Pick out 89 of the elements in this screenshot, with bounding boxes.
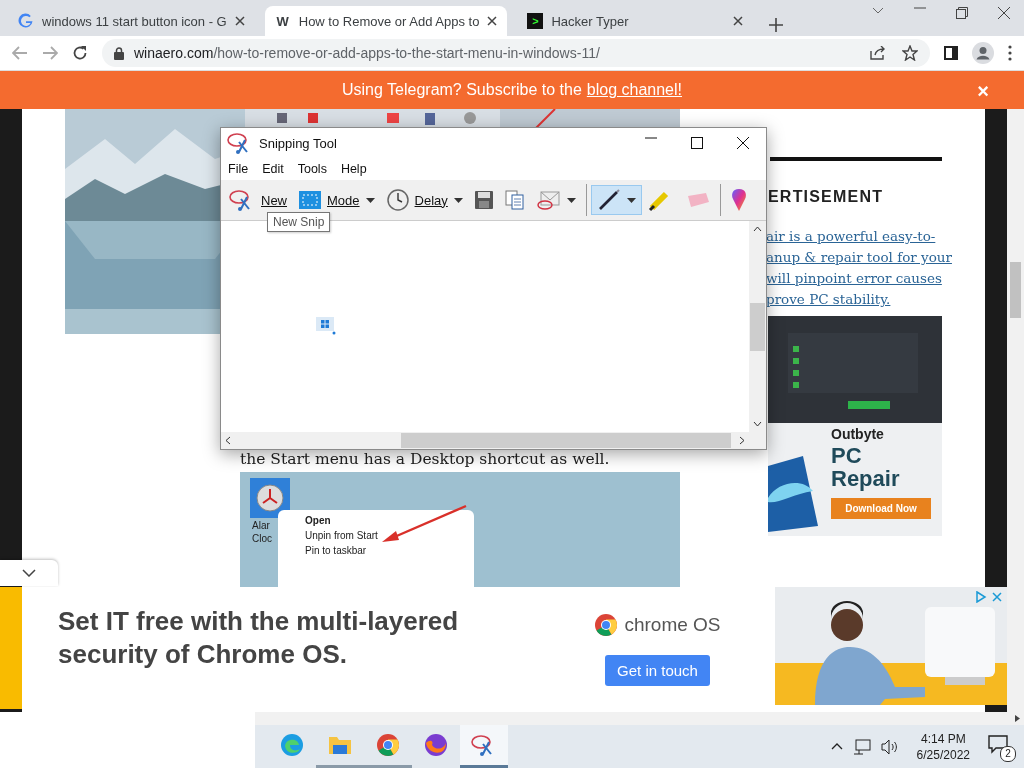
url-text: winaero.com/how-to-remove-or-add-apps-to-the-start-menu-in-windows-11/ [134,45,600,61]
new-tab-icon[interactable] [769,18,784,32]
arrow-icon [380,504,468,544]
maximize-icon[interactable] [691,137,703,149]
star-icon[interactable] [902,45,918,61]
caret-icon [566,197,576,203]
close-icon[interactable] [733,16,744,26]
section-heading: ERTISEMENT [768,188,885,206]
date-text: 6/25/2022 [916,746,970,763]
copy-icon [504,190,525,210]
menu-item[interactable]: Help [340,162,367,176]
browser-tab[interactable]: W How to Remove or Add Apps to [264,6,508,36]
pen-button[interactable] [590,185,642,215]
profile-icon[interactable] [972,42,994,64]
delay-button[interactable]: Delay [380,185,469,215]
side-panel-icon[interactable] [944,46,958,60]
arrow-right-icon[interactable] [739,436,745,445]
window-title: Snipping Tool [259,135,337,151]
contact-button[interactable]: Get in touch [605,655,710,686]
chevron-down-icon [22,569,36,577]
arrow-right-icon[interactable] [1015,715,1020,722]
window-icon [316,317,336,335]
shortcut-label: Alar [252,520,270,531]
ring-logo-icon [376,733,400,757]
caret-icon [453,197,463,203]
scrollbar[interactable] [255,712,1024,725]
reload-icon[interactable] [72,45,88,61]
ad-choices-icon[interactable] [975,591,1003,603]
menu-item[interactable]: Pin to taskbar [305,545,474,556]
restore-icon[interactable] [956,7,968,19]
menu-item[interactable]: Open [305,515,474,526]
save-icon [474,191,493,209]
browser-tab[interactable]: windows 11 start button icon - G [8,6,255,36]
share-icon[interactable] [870,46,886,60]
ring-logo-icon [594,613,619,637]
favicon: W [275,13,290,29]
menu-item[interactable]: Unpin from Start [305,530,474,541]
caret-icon [626,197,636,203]
notification-count: 2 [1000,745,1016,762]
clock-icon [386,189,409,211]
time-text: 4:14 PM [920,730,966,747]
fox-globe-icon [424,733,448,757]
ad-link[interactable]: will pinpoint error causes [766,268,942,289]
taskbar-button[interactable] [460,725,508,768]
shortcut-label: Cloc [252,533,272,544]
clock-app-icon [250,478,290,518]
favicon: > [527,13,544,29]
logo-text: chrome OS [624,614,721,636]
address-bar[interactable]: winaero.com/how-to-remove-or-add-apps-to-the-start-menu-in-windows-11/ [102,39,930,67]
ad-link[interactable]: air is a powerful easy-to- [766,226,936,247]
browser-tab[interactable]: > Hacker Typer [517,6,754,36]
g-logo-icon [18,13,34,29]
scrollbar[interactable] [1007,109,1024,712]
banner-text: Using Telegram? Subscribe to the [342,81,582,99]
volume-icon[interactable] [880,738,899,755]
close-icon[interactable] [234,16,245,26]
caret-icon [365,197,375,203]
close-icon[interactable] [998,7,1010,19]
ad-brand: Outbyte [831,426,885,442]
arrow-down-icon[interactable] [753,421,762,427]
menu-item[interactable]: Edit [262,162,284,176]
collapse-tab[interactable] [0,560,58,586]
ad-link[interactable]: prove PC stability. [766,289,891,310]
tooltip: New Snip [267,212,331,232]
folder-icon [328,734,352,756]
arrow-up-icon[interactable] [753,226,762,232]
scrollbar-thumb[interactable] [401,433,731,448]
article-text: the Start menu has a Desktop shortcut as well. [240,450,611,468]
scrollbar-thumb[interactable] [750,303,765,351]
ad-link[interactable]: anup & repair tool for your [766,247,952,268]
lock-icon [114,46,124,60]
close-icon[interactable] [487,16,498,26]
ad-product: PC Repair [831,444,901,490]
rectangle-select-icon [299,191,321,209]
arrow-left-icon[interactable] [225,436,231,445]
paint-drop-icon [730,189,747,211]
chevron-down-icon[interactable] [872,7,884,15]
menu-item[interactable]: Tools [297,162,327,176]
network-icon[interactable] [852,738,871,755]
mode-button[interactable]: Mode [293,185,381,215]
menu-icon[interactable] [1008,45,1012,61]
close-icon[interactable] [737,137,749,149]
chevron-up-icon[interactable] [830,743,843,750]
scrollbar[interactable] [749,221,766,432]
clock[interactable]: 4:14 PM 6/25/2022 [916,730,970,763]
scrollbar[interactable] [221,432,749,449]
envelope-icon [536,190,561,210]
wave-icon [280,733,304,757]
ad-headline: Set IT free with the multi-layered security of Chrome OS. [57,605,460,671]
